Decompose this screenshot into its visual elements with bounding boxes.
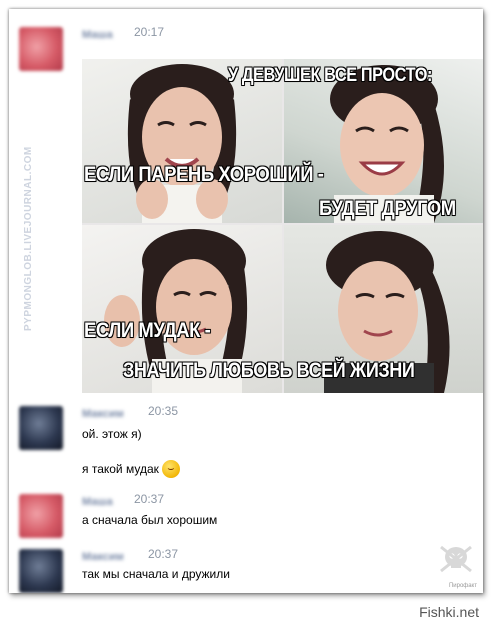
avatar[interactable]: [19, 406, 63, 450]
message-text: так мы сначала и дружили: [82, 567, 230, 581]
meme-caption-bad-2: ЗНАЧИТЬ ЛЮБОВЬ ВСЕЙ ЖИЗНИ: [122, 358, 415, 382]
avatar[interactable]: [19, 27, 63, 71]
skull-logo-icon: [440, 545, 472, 573]
meme-caption-top: У ДЕВУШЕК ВСЕ ПРОСТО:: [227, 64, 433, 86]
chat-screenshot-card: PYPMONGLOB.LIVEJOURNAL.COM Маша 20:17 У …: [9, 9, 483, 593]
vertical-watermark: PYPMONGLOB.LIVEJOURNAL.COM: [23, 146, 34, 332]
avatar[interactable]: [19, 494, 63, 538]
message-text: ой. этож я): [82, 427, 142, 441]
author-name[interactable]: Максим: [82, 408, 124, 420]
meme-image[interactable]: У ДЕВУШЕК ВСЕ ПРОСТО: ЕСЛИ ПАРЕНЬ ХОРОШИ…: [82, 59, 483, 393]
message-time: 20:35: [148, 404, 179, 418]
site-credit[interactable]: Fishki.net: [419, 604, 479, 620]
message-text: я такой мудак: [82, 462, 159, 477]
logo-label: Пирофакт: [448, 583, 477, 589]
author-name[interactable]: Маша: [82, 29, 113, 41]
meme-caption-bad-1: ЕСЛИ МУДАК -: [83, 318, 211, 342]
message-time: 20:37: [134, 492, 165, 506]
message-text: а сначала был хорошим: [82, 513, 218, 527]
meme-caption-good-2: БУДЕТ ДРУГОМ: [318, 196, 456, 220]
author-name[interactable]: Максим: [82, 551, 124, 563]
message-text-with-emoji: я такой мудак ⌣: [82, 460, 180, 479]
author-name[interactable]: Маша: [82, 496, 113, 508]
avatar[interactable]: [19, 549, 63, 593]
message-time: 20:37: [148, 547, 179, 561]
meme-caption-good-1: ЕСЛИ ПАРЕНЬ ХОРОШИЙ -: [83, 162, 324, 186]
message-time: 20:17: [134, 25, 165, 39]
laughing-face-icon: ⌣: [161, 460, 180, 478]
